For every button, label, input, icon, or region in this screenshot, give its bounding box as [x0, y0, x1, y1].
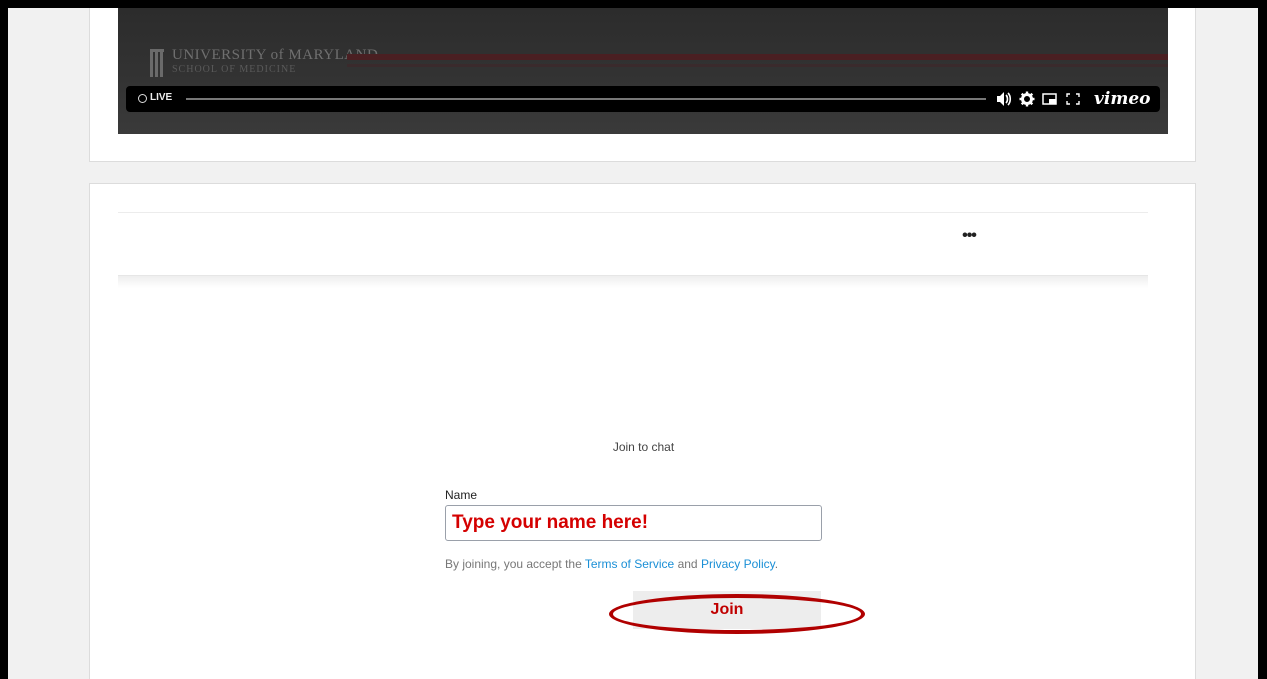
terms-of-service-link[interactable]: Terms of Service [585, 557, 674, 571]
live-indicator-icon [138, 94, 147, 103]
chat-card: ••• Join to chat Name By joining, you ac… [89, 183, 1196, 679]
name-input[interactable] [445, 505, 822, 541]
progress-bar[interactable] [186, 98, 986, 100]
video-brand-banner: UNIVERSITY of MARYLAND SCHOOL OF MEDICIN… [142, 45, 1168, 79]
brand-subtitle: SCHOOL OF MEDICINE [172, 64, 297, 75]
brand-stripe-secondary [347, 64, 1168, 67]
legal-text: By joining, you accept the Terms of Serv… [445, 557, 778, 571]
fullscreen-icon[interactable] [1065, 89, 1081, 115]
join-button[interactable]: Join [633, 591, 821, 629]
more-options-button[interactable]: ••• [954, 227, 984, 251]
vimeo-logo[interactable]: vimeo [1094, 89, 1150, 109]
volume-icon[interactable] [996, 89, 1012, 115]
video-player[interactable]: UNIVERSITY of MARYLAND SCHOOL OF MEDICIN… [118, 8, 1168, 134]
privacy-policy-link[interactable]: Privacy Policy [701, 557, 775, 571]
legal-suffix: . [774, 557, 779, 571]
university-logo-icon [150, 49, 164, 77]
name-label: Name [445, 488, 478, 502]
video-card: UNIVERSITY of MARYLAND SCHOOL OF MEDICIN… [89, 8, 1196, 162]
join-title: Join to chat [612, 440, 675, 454]
live-label: LIVE [150, 92, 173, 103]
legal-and: and [674, 557, 701, 571]
picture-in-picture-icon[interactable] [1042, 89, 1058, 115]
legal-prefix: By joining, you accept the [445, 557, 585, 571]
chat-header: ••• [118, 212, 1148, 276]
header-shadow [118, 276, 1148, 288]
page-frame: UNIVERSITY of MARYLAND SCHOOL OF MEDICIN… [8, 8, 1258, 679]
brand-stripe [347, 54, 1168, 60]
gear-icon[interactable] [1019, 89, 1035, 115]
video-control-bar: LIVE vimeo [126, 86, 1160, 112]
